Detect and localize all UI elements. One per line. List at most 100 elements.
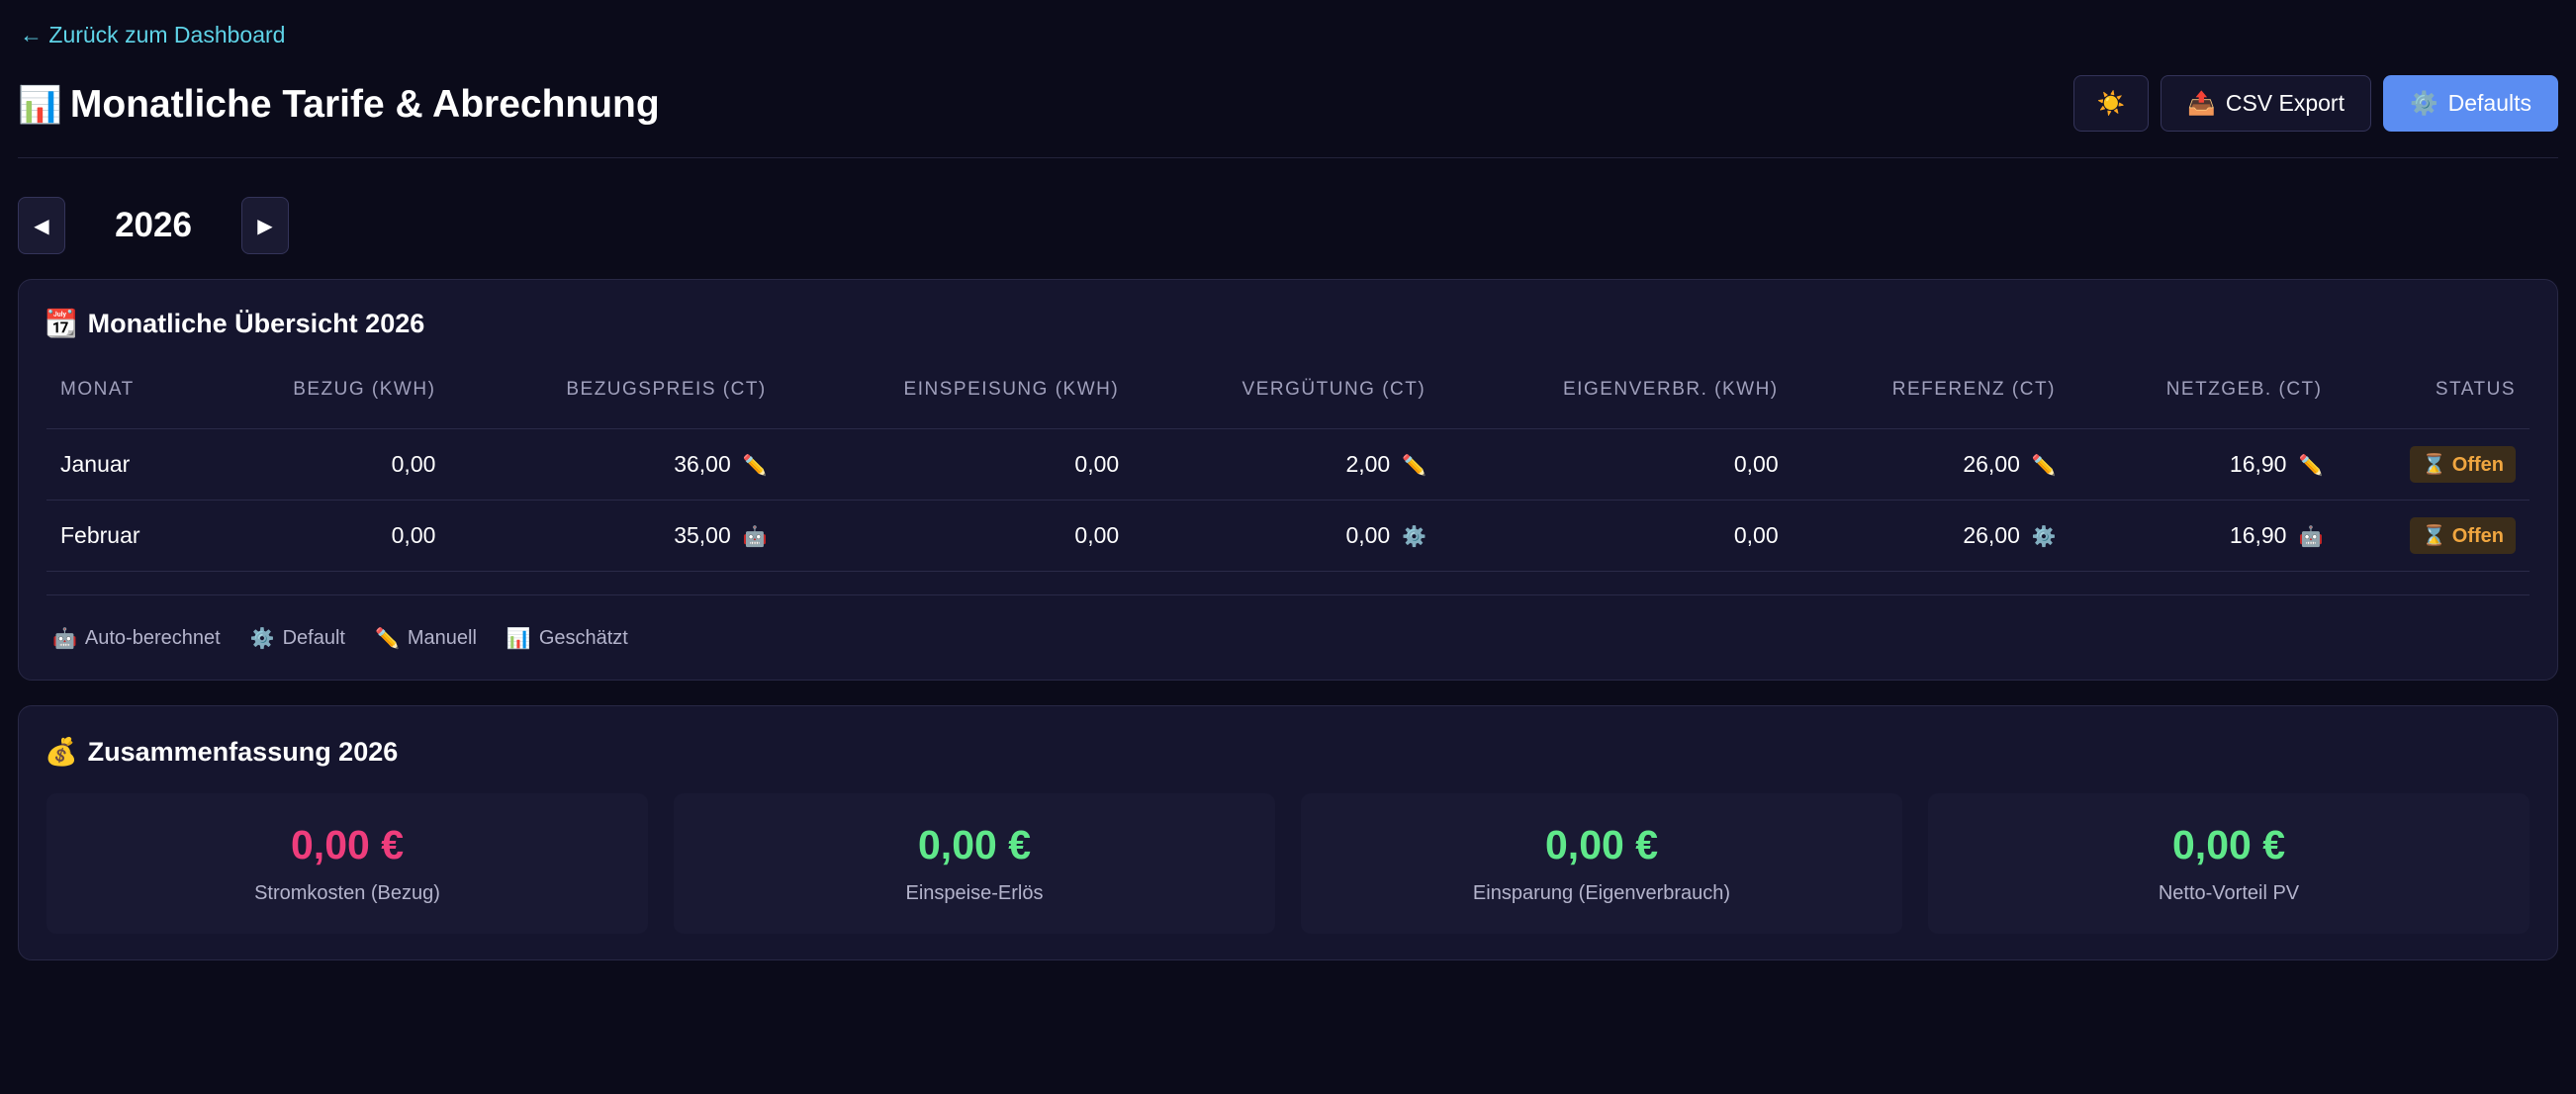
robot-icon: 🤖 [52,628,77,650]
pencil-icon: ✏️ [1402,454,1427,477]
summary-title-text: Zusammenfassung 2026 [87,736,399,767]
calendar-icon: 📆 [45,309,78,338]
col-bezugspreis: Bezugspreis (ct) [449,379,781,429]
table-row[interactable]: Januar 0,00 36,00 ✏️ 0,00 2,00 ✏️ 0,00 26,… [46,428,2530,501]
netzgeb-cell[interactable]: 16,90 🤖 [2069,500,2337,572]
col-eigenverbr: Eigenverbr. (kWh) [1439,379,1793,429]
referenz-value: 26,00 [1963,450,2020,477]
status-cell: ⌛ Offen [2336,428,2530,501]
table-header-row: Monat Bezug (kWh) Bezugspreis (ct) Einsp… [46,379,2530,429]
eigenverbr-cell: 0,00 [1439,500,1793,572]
netzgeb-value: 16,90 [2229,521,2287,548]
page-title: 📊 Monatliche Tarife & Abrechnung [18,83,660,127]
bezug-cell: 0,00 [202,500,450,572]
summary-value: 0,00 € [2172,822,2285,867]
legend-divider [46,594,2530,595]
pencil-icon: ✏️ [374,628,400,650]
summary-value: 0,00 € [1545,822,1658,867]
legend-label: Default [282,627,345,649]
sun-icon: ☀️ [2096,90,2126,116]
legend-item-auto: 🤖 Auto-berechnet [52,626,221,651]
gear-icon: ⚙️ [249,628,275,650]
summary-label: Einsparung (Eigenverbrauch) [1472,882,1731,904]
hourglass-icon: ⌛ [2422,453,2447,476]
summary-value: 0,00 € [291,822,404,867]
summary-einsparung: 0,00 € Einsparung (Eigenverbrauch) [1301,793,1902,934]
source-legend: 🤖 Auto-berechnet ⚙️ Default ✏️ Manuell 📊… [52,626,628,651]
csv-export-button[interactable]: 📤 CSV Export [2161,75,2371,132]
verguetung-value: 0,00 [1345,521,1391,548]
gear-icon: ⚙️ [1402,525,1427,548]
year-navigation: ◀ 2026 ▶ [18,196,289,255]
col-bezug: Bezug (kWh) [202,379,450,429]
gear-icon: ⚙️ [2409,90,2438,116]
summary-title: 💰 Zusammenfassung 2026 [45,736,398,768]
legend-label: Manuell [407,627,477,649]
legend-item-manual: ✏️ Manuell [375,626,477,651]
summary-netto-vorteil: 0,00 € Netto-Vorteil PV [1928,793,2530,934]
summary-grid: 0,00 € Stromkosten (Bezug) 0,00 € Einspe… [46,793,2530,934]
col-einspeisung: Einspeisung (kWh) [780,379,1134,429]
summary-einspeise-erloes: 0,00 € Einspeise-Erlös [674,793,1275,934]
csv-export-label: CSV Export [2225,90,2345,116]
legend-item-estimated: 📊 Geschätzt [506,626,628,651]
year-label: 2026 [115,206,192,244]
page: ← Zurück zum Dashboard 📊 Monatliche Tari… [0,0,2576,1094]
summary-label: Einspeise-Erlös [905,882,1044,904]
summary-stromkosten: 0,00 € Stromkosten (Bezug) [46,793,648,934]
status-badge: ⌛ Offen [2410,516,2516,554]
verguetung-cell[interactable]: 0,00 ⚙️ [1133,500,1440,572]
col-monat: Monat [46,379,203,429]
summary-label: Netto-Vorteil PV [2158,882,2300,904]
monthly-overview-card: 📆 Monatliche Übersicht 2026 Monat Bezug … [18,279,2558,681]
month-cell: Februar [46,500,203,572]
month-cell: Januar [46,428,203,501]
bezugspreis-cell[interactable]: 35,00 🤖 [449,500,781,572]
referenz-cell[interactable]: 26,00 ✏️ [1792,428,2070,501]
legend-label: Geschätzt [538,627,628,649]
page-title-text: Monatliche Tarife & Abrechnung [69,83,660,126]
pencil-icon: ✏️ [742,454,768,477]
table-row[interactable]: Februar 0,00 35,00 🤖 0,00 0,00 ⚙️ 0,00 26,… [46,500,2530,572]
status-cell: ⌛ Offen [2336,500,2530,572]
col-verguetung: Vergütung (ct) [1133,379,1440,429]
gear-icon: ⚙️ [2031,525,2057,548]
theme-toggle-button[interactable]: ☀️ [2073,75,2150,132]
next-year-button[interactable]: ▶ [241,197,289,254]
defaults-button[interactable]: ⚙️ Defaults [2382,75,2558,132]
robot-icon: 🤖 [742,525,768,548]
robot-icon: 🤖 [2298,525,2324,548]
money-bag-icon: 💰 [45,737,78,767]
verguetung-cell[interactable]: 2,00 ✏️ [1133,428,1440,501]
referenz-cell[interactable]: 26,00 ⚙️ [1792,500,2070,572]
overview-title-text: Monatliche Übersicht 2026 [87,308,425,338]
pencil-icon: ✏️ [2031,454,2057,477]
bezug-cell: 0,00 [202,428,450,501]
overview-title: 📆 Monatliche Übersicht 2026 [45,308,424,339]
export-icon: 📤 [2187,90,2216,116]
header-actions: ☀️ 📤 CSV Export ⚙️ Defaults [2073,75,2558,132]
col-referenz: Referenz (ct) [1792,379,2070,429]
hourglass-icon: ⌛ [2422,524,2447,547]
netzgeb-cell[interactable]: 16,90 ✏️ [2069,428,2337,501]
netzgeb-value: 16,90 [2229,450,2287,477]
bezugspreis-cell[interactable]: 36,00 ✏️ [449,428,781,501]
bezugspreis-value: 35,00 [674,521,731,548]
legend-label: Auto-berechnet [84,627,221,649]
referenz-value: 26,00 [1963,521,2020,548]
prev-year-button[interactable]: ◀ [18,197,65,254]
col-netzgeb: Netzgeb. (ct) [2069,379,2337,429]
einspeisung-cell: 0,00 [780,500,1134,572]
summary-card: 💰 Zusammenfassung 2026 0,00 € Stromkoste… [18,705,2558,960]
monthly-tariff-table: Monat Bezug (kWh) Bezugspreis (ct) Einsp… [46,379,2530,572]
eigenverbr-cell: 0,00 [1439,428,1793,501]
page-header: 📊 Monatliche Tarife & Abrechnung ☀️ 📤 CS… [18,75,2558,158]
summary-value: 0,00 € [918,822,1031,867]
bezugspreis-value: 36,00 [674,450,731,477]
legend-item-default: ⚙️ Default [250,626,345,651]
status-text: Offen [2451,524,2504,547]
summary-label: Stromkosten (Bezug) [254,882,440,904]
status-text: Offen [2451,453,2504,476]
back-to-dashboard-link[interactable]: ← Zurück zum Dashboard [20,22,285,48]
status-badge: ⌛ Offen [2410,445,2516,483]
